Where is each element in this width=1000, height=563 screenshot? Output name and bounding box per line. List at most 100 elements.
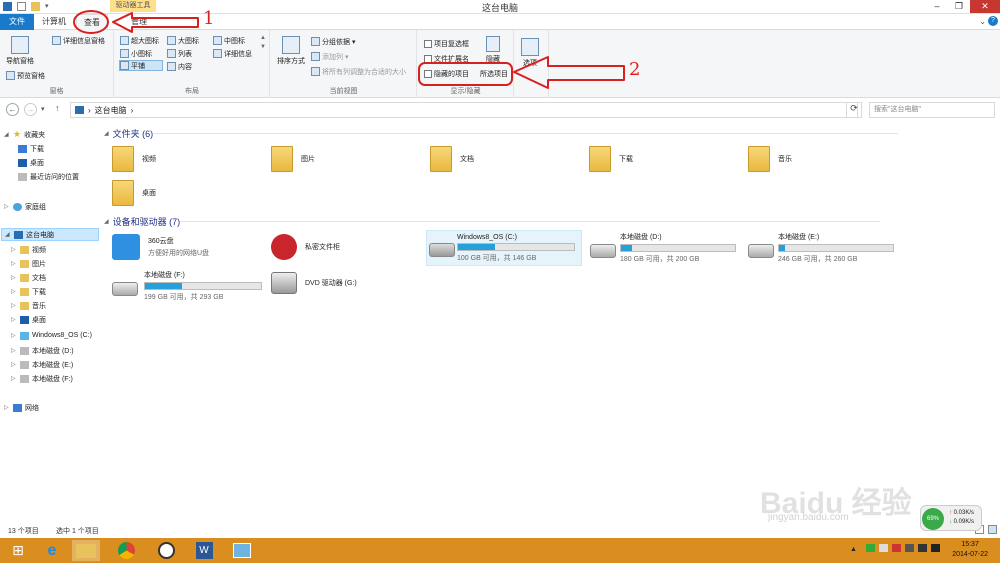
item-checkboxes-checkbox[interactable] [424,39,432,48]
nav-drive-c[interactable]: ▷ Windows8_OS (C:) [11,329,92,342]
expand-icon[interactable]: ▷ [11,316,17,323]
start-icon[interactable]: ⊞ [4,540,32,561]
details-pane-button[interactable]: 详细信息窗格 [52,35,105,46]
chrome-icon[interactable] [112,540,140,561]
nav-network[interactable]: ▷ 网络 [4,401,39,414]
clock[interactable]: 15:37 2014-07-22 [952,540,988,560]
network-status-icon[interactable] [905,544,914,552]
layout-extra-large[interactable]: 超大图标 [120,35,159,46]
private-folder-tile[interactable]: 私密文件柜 [271,234,340,260]
weibo-icon[interactable] [152,540,180,561]
folder-tile[interactable]: 桌面 [112,180,156,206]
tray-flag-icon[interactable] [892,544,901,552]
nav-music[interactable]: ▷ 音乐 [11,299,46,312]
nav-homegroup[interactable]: ▷ 家庭组 [4,200,46,213]
tab-file[interactable]: 文件 [0,14,34,30]
tray-security-icon[interactable] [866,544,875,552]
hide-button[interactable]: 隐藏 [486,36,500,64]
explorer-taskbar-icon[interactable] [72,540,100,561]
folder-tile[interactable]: 文档 [430,146,474,172]
tab-manage[interactable]: 管理 [124,14,154,30]
ie-icon[interactable]: e [38,540,66,561]
folder-tile[interactable]: 图片 [271,146,315,172]
item-checkboxes-toggle[interactable]: 项目复选框 [424,38,469,49]
nav-videos[interactable]: ▷ 视频 [11,243,46,256]
search-input[interactable]: 搜索"这台电脑" [869,102,995,118]
layout-small[interactable]: 小图标 [120,48,152,59]
file-extensions-checkbox[interactable] [424,54,432,63]
nav-drive-d[interactable]: ▷ 本地磁盘 (D:) [11,344,74,357]
nav-recent[interactable]: 最近访问的位置 [18,170,79,183]
expand-icon[interactable]: ▷ [11,288,17,295]
add-columns-button[interactable]: 添加列 ▾ [311,51,349,62]
back-button[interactable]: ← [6,103,19,116]
expand-icon[interactable]: ▷ [11,361,17,368]
collapse-icon[interactable]: ◢ [104,218,109,225]
hidden-items-toggle[interactable]: 隐藏的项目 [424,68,469,79]
nav-desktop-pc[interactable]: ▷ 桌面 [11,313,46,326]
collapse-icon[interactable]: ◢ [104,130,109,137]
drive-c-tile[interactable]: Windows8_OS (C:) 100 GB 可用，共 146 GB [426,230,582,266]
scroll-up-icon[interactable]: ▲ [260,35,266,41]
folder-tile[interactable]: 下载 [589,146,633,172]
address-bar[interactable]: › 这台电脑 › [70,102,858,118]
expand-icon[interactable]: ▷ [11,260,17,267]
folder-tile[interactable]: 音乐 [748,146,792,172]
hide-selected-button[interactable]: 所选项目 [480,68,508,79]
nav-downloads[interactable]: 下载 [18,142,44,155]
refresh-button[interactable]: ⟳ [846,102,862,118]
layout-content[interactable]: 内容 [167,61,192,72]
recent-locations-icon[interactable]: ▾ [41,105,45,113]
layout-tiles[interactable]: 平铺 [119,60,163,71]
network-speed-widget[interactable]: 69% ↑ 0.03K/s ↓ 0.09K/s [920,505,982,531]
ime-icon[interactable] [931,544,940,552]
sort-button[interactable]: 排序方式 [277,36,305,66]
expand-icon[interactable]: ▷ [11,302,17,309]
breadcrumb[interactable]: 这台电脑 [95,105,127,116]
nav-this-pc[interactable]: ◢ 这台电脑 [1,228,99,241]
dvd-drive-tile[interactable]: DVD 驱动器 (G:) [271,272,357,294]
nav-pictures[interactable]: ▷ 图片 [11,257,46,270]
expand-icon[interactable]: ▷ [4,203,10,210]
nav-drive-f[interactable]: ▷ 本地磁盘 (F:) [11,372,73,385]
image-viewer-icon[interactable] [228,540,256,561]
hidden-items-checkbox[interactable] [424,69,432,78]
minimize-button[interactable]: – [926,0,948,13]
up-button[interactable]: ↑ [55,103,60,113]
expand-icon[interactable]: ◢ [5,231,11,238]
drive-e-tile[interactable]: 本地磁盘 (E:) 246 GB 可用，共 260 GB [746,232,896,266]
breadcrumb-separator-icon[interactable]: › [131,106,134,115]
group-by-button[interactable]: 分组依据 ▾ [311,36,356,47]
drive-f-tile[interactable]: 本地磁盘 (F:) 199 GB 可用，共 293 GB [112,270,268,304]
nav-downloads-pc[interactable]: ▷ 下载 [11,285,46,298]
options-button[interactable]: 选项 [521,38,539,68]
nav-documents[interactable]: ▷ 文档 [11,271,46,284]
forward-button[interactable]: → [24,103,37,116]
tray-app-icon[interactable] [879,544,888,552]
expand-icon[interactable]: ▷ [11,347,17,354]
nav-pane-button[interactable]: 导航窗格 [6,36,34,66]
expand-icon[interactable]: ▷ [11,332,17,339]
maximize-button[interactable]: ❐ [948,0,970,13]
devices-header[interactable]: ◢ 设备和驱动器 (7) [104,215,881,228]
layout-medium[interactable]: 中图标 [213,35,245,46]
folder-tile[interactable]: 视频 [112,146,156,172]
expand-icon[interactable]: ▷ [11,375,17,382]
tray-expand-icon[interactable]: ▲ [850,546,857,553]
expand-icon[interactable]: ▷ [11,274,17,281]
expand-icon[interactable]: ◢ [4,131,10,138]
word-icon[interactable]: W [190,540,218,561]
close-button[interactable]: ✕ [970,0,1000,13]
layout-scroll[interactable]: ▲ ▼ [260,35,266,69]
breadcrumb-separator-icon[interactable]: › [88,106,91,115]
layout-details[interactable]: 详细信息 [213,48,252,59]
nav-drive-e[interactable]: ▷ 本地磁盘 (E:) [11,358,73,371]
drive-d-tile[interactable]: 本地磁盘 (D:) 180 GB 可用，共 200 GB [588,232,738,266]
tab-computer[interactable]: 计算机 [36,14,72,30]
ribbon-collapse-icon[interactable]: ⌄ [979,17,986,26]
help-icon[interactable]: ? [988,16,998,26]
fit-columns-button[interactable]: 将所有列调整为合适的大小 [311,66,406,77]
layout-large[interactable]: 大图标 [167,35,199,46]
file-extensions-toggle[interactable]: 文件扩展名 [424,53,469,64]
folders-header[interactable]: ◢ 文件夹 (6) [104,127,899,140]
